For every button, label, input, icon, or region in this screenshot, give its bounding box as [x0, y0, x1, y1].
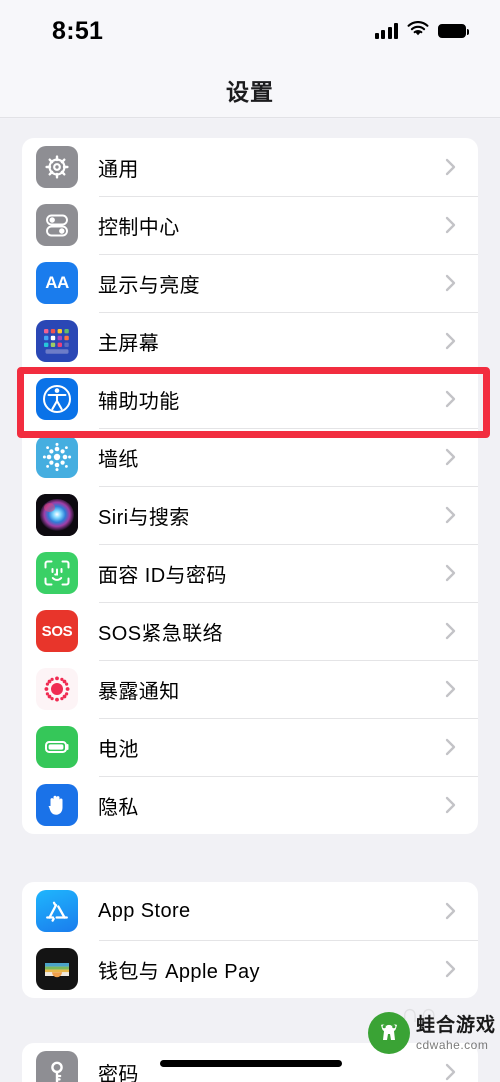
settings-row-accessibility[interactable]: 辅助功能: [22, 370, 478, 428]
settings-screen: 8:51 设置 通用 控制中心 AA 显示与亮度 主屏幕 辅助功能 墙纸 Sir…: [0, 0, 500, 1082]
chevron-right-icon: [440, 215, 462, 235]
chevron-right-icon: [440, 563, 462, 583]
settings-row-label: Siri与搜索: [98, 506, 190, 529]
chevron-right-icon: [440, 273, 462, 293]
status-bar: 8:51: [0, 0, 500, 62]
settings-row-label: 隐私: [98, 796, 139, 819]
control-center-icon: [36, 204, 78, 246]
settings-group-system: 通用 控制中心 AA 显示与亮度 主屏幕 辅助功能 墙纸 Siri与搜索 面容 …: [22, 138, 478, 834]
settings-row-display-brightness[interactable]: AA 显示与亮度: [22, 254, 478, 312]
chevron-right-icon: [440, 1062, 462, 1082]
settings-row-label: 辅助功能: [98, 390, 180, 413]
settings-row-label: 通用: [98, 158, 139, 181]
settings-row-label: 暴露通知: [98, 680, 180, 703]
watermark: ∩∩ 蛙合游戏 cdwahe.com: [367, 998, 496, 1054]
settings-row-label: 主屏幕: [98, 332, 160, 355]
settings-row-control-center[interactable]: 控制中心: [22, 196, 478, 254]
wallet-icon: [36, 948, 78, 990]
settings-row-label: 钱包与 Apple Pay: [98, 960, 260, 983]
settings-row-label: 墙纸: [98, 448, 139, 471]
status-bar-indicators: [374, 20, 469, 42]
navigation-bar: 设置: [0, 62, 500, 118]
display-brightness-icon: AA: [36, 262, 78, 304]
battery-full-icon: [438, 24, 469, 38]
exposure-notification-icon: [36, 668, 78, 710]
settings-row-home-screen[interactable]: 主屏幕: [22, 312, 478, 370]
settings-list[interactable]: 通用 控制中心 AA 显示与亮度 主屏幕 辅助功能 墙纸 Siri与搜索 面容 …: [0, 119, 500, 1082]
key-icon: [36, 1051, 78, 1082]
status-bar-time: 8:51: [52, 16, 104, 45]
settings-row-label: 控制中心: [98, 216, 180, 239]
page-title: 设置: [226, 78, 274, 105]
frog-logo-icon: [367, 1012, 410, 1054]
battery-icon: [36, 726, 78, 768]
chevron-right-icon: [440, 447, 462, 467]
settings-row-label: 电池: [98, 738, 139, 761]
chevron-right-icon: [440, 679, 462, 699]
accessibility-icon: [36, 378, 78, 420]
settings-row-siri-search[interactable]: Siri与搜索: [22, 486, 478, 544]
chevron-right-icon: [440, 389, 462, 409]
settings-row-label: SOS紧急联络: [98, 622, 224, 645]
chevron-right-icon: [440, 795, 462, 815]
settings-row-label: App Store: [98, 899, 191, 922]
home-indicator[interactable]: [160, 1060, 342, 1067]
settings-row-exposure-notifications[interactable]: 暴露通知: [22, 660, 478, 718]
app-store-icon: [36, 890, 78, 932]
settings-row-wallet-apple-pay[interactable]: 钱包与 Apple Pay: [22, 940, 478, 998]
settings-row-app-store[interactable]: App Store: [22, 882, 478, 940]
settings-row-wallpaper[interactable]: 墙纸: [22, 428, 478, 486]
wallpaper-icon: [36, 436, 78, 478]
settings-row-label: 面容 ID与密码: [98, 564, 227, 587]
chevron-right-icon: [440, 737, 462, 757]
settings-row-battery[interactable]: 电池: [22, 718, 478, 776]
chevron-right-icon: [440, 959, 462, 979]
face-id-icon: [36, 552, 78, 594]
cellular-signal-icon: [374, 23, 398, 39]
privacy-hand-icon: [36, 784, 78, 826]
settings-group-store: App Store 钱包与 Apple Pay: [22, 882, 478, 998]
chevron-right-icon: [440, 621, 462, 641]
emergency-sos-icon: SOS: [36, 610, 78, 652]
siri-icon: [36, 494, 78, 536]
settings-row-label: 显示与亮度: [98, 274, 200, 297]
home-screen-icon: [36, 320, 78, 362]
chevron-right-icon: [440, 901, 462, 921]
gear-icon: [36, 146, 78, 188]
settings-row-face-id-passcode[interactable]: 面容 ID与密码: [22, 544, 478, 602]
settings-row-general[interactable]: 通用: [22, 138, 478, 196]
settings-row-privacy[interactable]: 隐私: [22, 776, 478, 834]
watermark-site: cdwahe.com: [415, 1037, 489, 1052]
settings-row-emergency-sos[interactable]: SOS SOS紧急联络: [22, 602, 478, 660]
chevron-right-icon: [440, 157, 462, 177]
chevron-right-icon: [440, 331, 462, 351]
wifi-icon: [407, 20, 429, 42]
chevron-right-icon: [440, 505, 462, 525]
